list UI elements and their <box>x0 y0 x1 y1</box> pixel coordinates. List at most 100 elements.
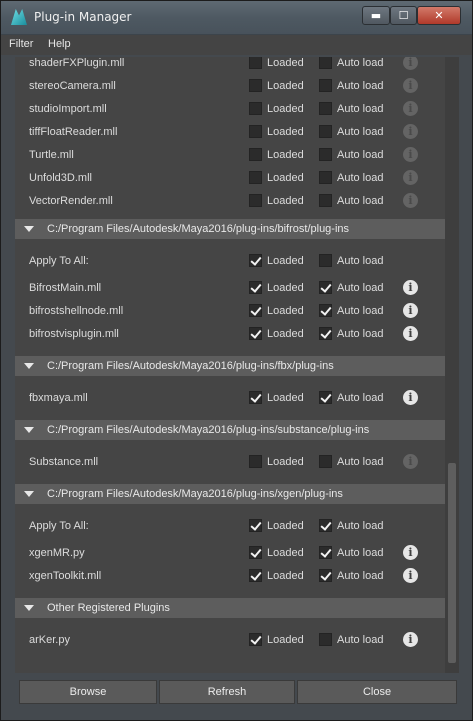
loaded-checkbox[interactable] <box>249 455 262 468</box>
maximize-button[interactable]: ☐ <box>390 6 417 25</box>
plugin-manager-window: Plug-in Manager ▬ ☐ ✕ Filter Help shader… <box>0 0 473 721</box>
auto-load-checkbox[interactable] <box>319 455 332 468</box>
loaded-checkbox[interactable] <box>249 633 262 646</box>
loaded-label: Loaded <box>267 520 304 532</box>
plugin-row: VectorRender.mll Loaded Auto load i <box>15 190 445 212</box>
auto-load-checkbox[interactable] <box>319 102 332 115</box>
title-bar[interactable]: Plug-in Manager ▬ ☐ ✕ <box>1 1 472 35</box>
info-icon[interactable]: i <box>403 568 418 583</box>
plugin-name: Unfold3D.mll <box>29 172 92 184</box>
plugin-path-section-header[interactable]: C:/Program Files/Autodesk/Maya2016/plug-… <box>15 420 445 440</box>
plugin-row: Apply To All: Loaded Auto load <box>15 515 445 537</box>
auto-load-label: Auto load <box>337 126 384 138</box>
info-icon[interactable]: i <box>403 303 418 318</box>
auto-load-label: Auto load <box>337 547 384 559</box>
auto-load-checkbox[interactable] <box>319 194 332 207</box>
auto-load-checkbox[interactable] <box>319 546 332 559</box>
plugin-row: studioImport.mll Loaded Auto load i <box>15 98 445 120</box>
auto-load-checkbox[interactable] <box>319 519 332 532</box>
browse-button[interactable]: Browse <box>19 680 157 704</box>
loaded-checkbox[interactable] <box>249 57 262 69</box>
refresh-button[interactable]: Refresh <box>159 680 295 704</box>
collapse-triangle-icon[interactable] <box>24 363 34 369</box>
auto-load-checkbox[interactable] <box>319 79 332 92</box>
plugin-name: Substance.mll <box>29 456 99 468</box>
info-icon: i <box>403 57 418 70</box>
plugin-name: tiffFloatReader.mll <box>29 126 118 138</box>
loaded-checkbox[interactable] <box>249 125 262 138</box>
plugin-name: arKer.py <box>29 634 70 646</box>
info-icon[interactable]: i <box>403 545 418 560</box>
menu-help[interactable]: Help <box>48 38 71 50</box>
loaded-checkbox[interactable] <box>249 281 262 294</box>
loaded-checkbox[interactable] <box>249 304 262 317</box>
loaded-label: Loaded <box>267 328 304 340</box>
plugin-row: stereoCamera.mll Loaded Auto load i <box>15 75 445 97</box>
collapse-triangle-icon[interactable] <box>24 226 34 232</box>
auto-load-checkbox[interactable] <box>319 327 332 340</box>
loaded-label: Loaded <box>267 195 304 207</box>
plugin-row: xgenToolkit.mll Loaded Auto load i <box>15 565 445 587</box>
auto-load-label: Auto load <box>337 195 384 207</box>
auto-load-checkbox[interactable] <box>319 171 332 184</box>
loaded-label: Loaded <box>267 149 304 161</box>
collapse-triangle-icon[interactable] <box>24 491 34 497</box>
auto-load-checkbox[interactable] <box>319 391 332 404</box>
section-path-label: Other Registered Plugins <box>47 602 170 614</box>
loaded-checkbox[interactable] <box>249 569 262 582</box>
minimize-button[interactable]: ▬ <box>362 6 390 25</box>
auto-load-label: Auto load <box>337 634 384 646</box>
loaded-label: Loaded <box>267 255 304 267</box>
auto-load-checkbox[interactable] <box>319 633 332 646</box>
close-button[interactable]: Close <box>297 680 457 704</box>
menu-bar: Filter Help <box>1 35 472 55</box>
plugin-name: bifrostvisplugin.mll <box>29 328 119 340</box>
loaded-checkbox[interactable] <box>249 327 262 340</box>
loaded-checkbox[interactable] <box>249 148 262 161</box>
plugin-path-section-header[interactable]: C:/Program Files/Autodesk/Maya2016/plug-… <box>15 219 445 239</box>
loaded-checkbox[interactable] <box>249 79 262 92</box>
scrollbar-thumb[interactable] <box>448 463 456 663</box>
auto-load-label: Auto load <box>337 103 384 115</box>
loaded-checkbox[interactable] <box>249 171 262 184</box>
loaded-label: Loaded <box>267 547 304 559</box>
loaded-checkbox[interactable] <box>249 546 262 559</box>
info-icon: i <box>403 193 418 208</box>
loaded-checkbox[interactable] <box>249 391 262 404</box>
auto-load-checkbox[interactable] <box>319 254 332 267</box>
info-icon[interactable]: i <box>403 280 418 295</box>
plugin-name: studioImport.mll <box>29 103 107 115</box>
loaded-checkbox[interactable] <box>249 254 262 267</box>
plugin-path-section-header[interactable]: Other Registered Plugins <box>15 598 445 618</box>
loaded-checkbox[interactable] <box>249 519 262 532</box>
vertical-scrollbar[interactable] <box>445 57 459 673</box>
info-icon: i <box>403 101 418 116</box>
collapse-triangle-icon[interactable] <box>24 605 34 611</box>
plugin-path-section-header[interactable]: C:/Program Files/Autodesk/Maya2016/plug-… <box>15 484 445 504</box>
loaded-label: Loaded <box>267 126 304 138</box>
close-window-button[interactable]: ✕ <box>417 6 461 25</box>
auto-load-checkbox[interactable] <box>319 57 332 69</box>
maya-app-icon <box>11 9 27 25</box>
loaded-checkbox[interactable] <box>249 102 262 115</box>
info-icon[interactable]: i <box>403 632 418 647</box>
info-icon[interactable]: i <box>403 390 418 405</box>
auto-load-checkbox[interactable] <box>319 569 332 582</box>
info-icon: i <box>403 78 418 93</box>
auto-load-label: Auto load <box>337 172 384 184</box>
loaded-label: Loaded <box>267 103 304 115</box>
auto-load-checkbox[interactable] <box>319 281 332 294</box>
plugin-row: BifrostMain.mll Loaded Auto load i <box>15 277 445 299</box>
menu-filter[interactable]: Filter <box>9 38 33 50</box>
loaded-checkbox[interactable] <box>249 194 262 207</box>
auto-load-checkbox[interactable] <box>319 125 332 138</box>
plugin-name: Apply To All: <box>29 520 89 532</box>
auto-load-checkbox[interactable] <box>319 148 332 161</box>
collapse-triangle-icon[interactable] <box>24 427 34 433</box>
auto-load-checkbox[interactable] <box>319 304 332 317</box>
plugin-path-section-header[interactable]: C:/Program Files/Autodesk/Maya2016/plug-… <box>15 356 445 376</box>
plugin-name: shaderFXPlugin.mll <box>29 57 125 69</box>
plugin-name: BifrostMain.mll <box>29 282 102 294</box>
section-path-label: C:/Program Files/Autodesk/Maya2016/plug-… <box>47 223 350 235</box>
info-icon[interactable]: i <box>403 326 418 341</box>
